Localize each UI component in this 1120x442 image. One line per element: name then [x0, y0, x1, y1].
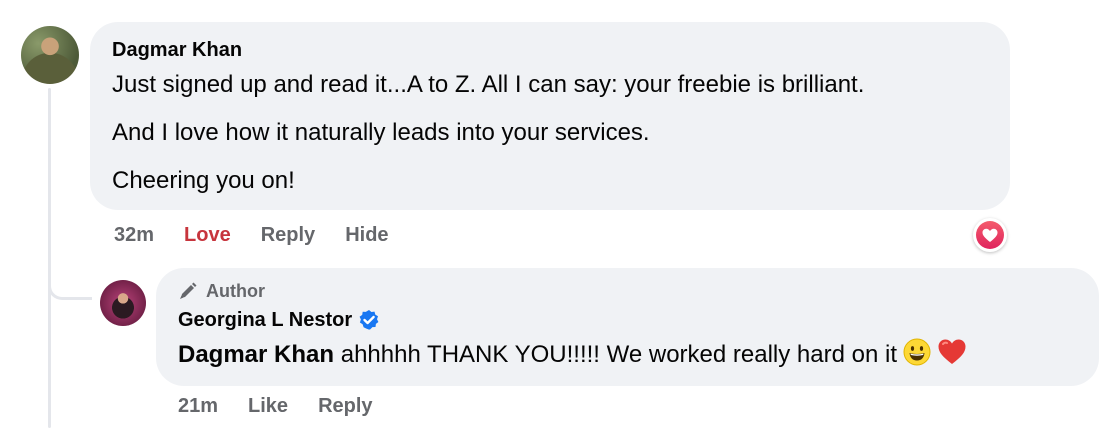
avatar-dagmar-khan[interactable]	[21, 26, 79, 84]
pen-icon	[180, 282, 197, 299]
red-heart-emoji	[937, 338, 967, 374]
heart-reaction-badge	[976, 221, 1004, 249]
mention-link[interactable]: Dagmar Khan	[178, 341, 334, 368]
verified-badge-icon	[359, 310, 379, 330]
reply-message: ahhhhh THANK YOU!!!!! We worked really h…	[334, 341, 897, 368]
reply-to-reply-button[interactable]: Reply	[318, 394, 372, 418]
heart-icon	[982, 228, 998, 242]
comment-timestamp[interactable]: 32m	[114, 223, 154, 247]
reply-author-name[interactable]: Georgina L Nestor	[178, 308, 352, 332]
comment-bubble: Dagmar Khan Just signed up and read it..…	[90, 22, 1010, 210]
like-button[interactable]: Like	[248, 394, 288, 418]
hide-button[interactable]: Hide	[345, 223, 388, 247]
comment-paragraph-2: And I love how it naturally leads into y…	[112, 119, 650, 146]
reply-actions: 21m Like Reply	[178, 394, 403, 418]
author-badge-label: Author	[206, 281, 265, 301]
thread-line	[48, 88, 51, 428]
comment-author-name[interactable]: Dagmar Khan	[112, 38, 988, 62]
reply-bubble: Author Georgina L Nestor Dagmar Khan ahh…	[156, 268, 1099, 386]
comment-paragraph-3: Cheering you on!	[112, 167, 295, 194]
grinning-face-emoji	[903, 338, 931, 374]
heart-reaction-icon[interactable]	[973, 218, 1007, 252]
thread-connector	[48, 280, 92, 300]
author-badge: Author	[178, 280, 1077, 302]
reply-name-row: Georgina L Nestor	[178, 308, 1077, 332]
comment-paragraph-1: Just signed up and read it...A to Z. All…	[112, 71, 865, 98]
reply-button[interactable]: Reply	[261, 223, 315, 247]
avatar-georgina-l-nestor[interactable]	[100, 280, 146, 326]
reply-timestamp[interactable]: 21m	[178, 394, 218, 418]
love-reaction-button[interactable]: Love	[184, 223, 231, 247]
reply-text: Dagmar Khan ahhhhh THANK YOU!!!!! We wor…	[178, 338, 1077, 374]
comment-actions: 32m Love Reply Hide	[114, 223, 419, 247]
